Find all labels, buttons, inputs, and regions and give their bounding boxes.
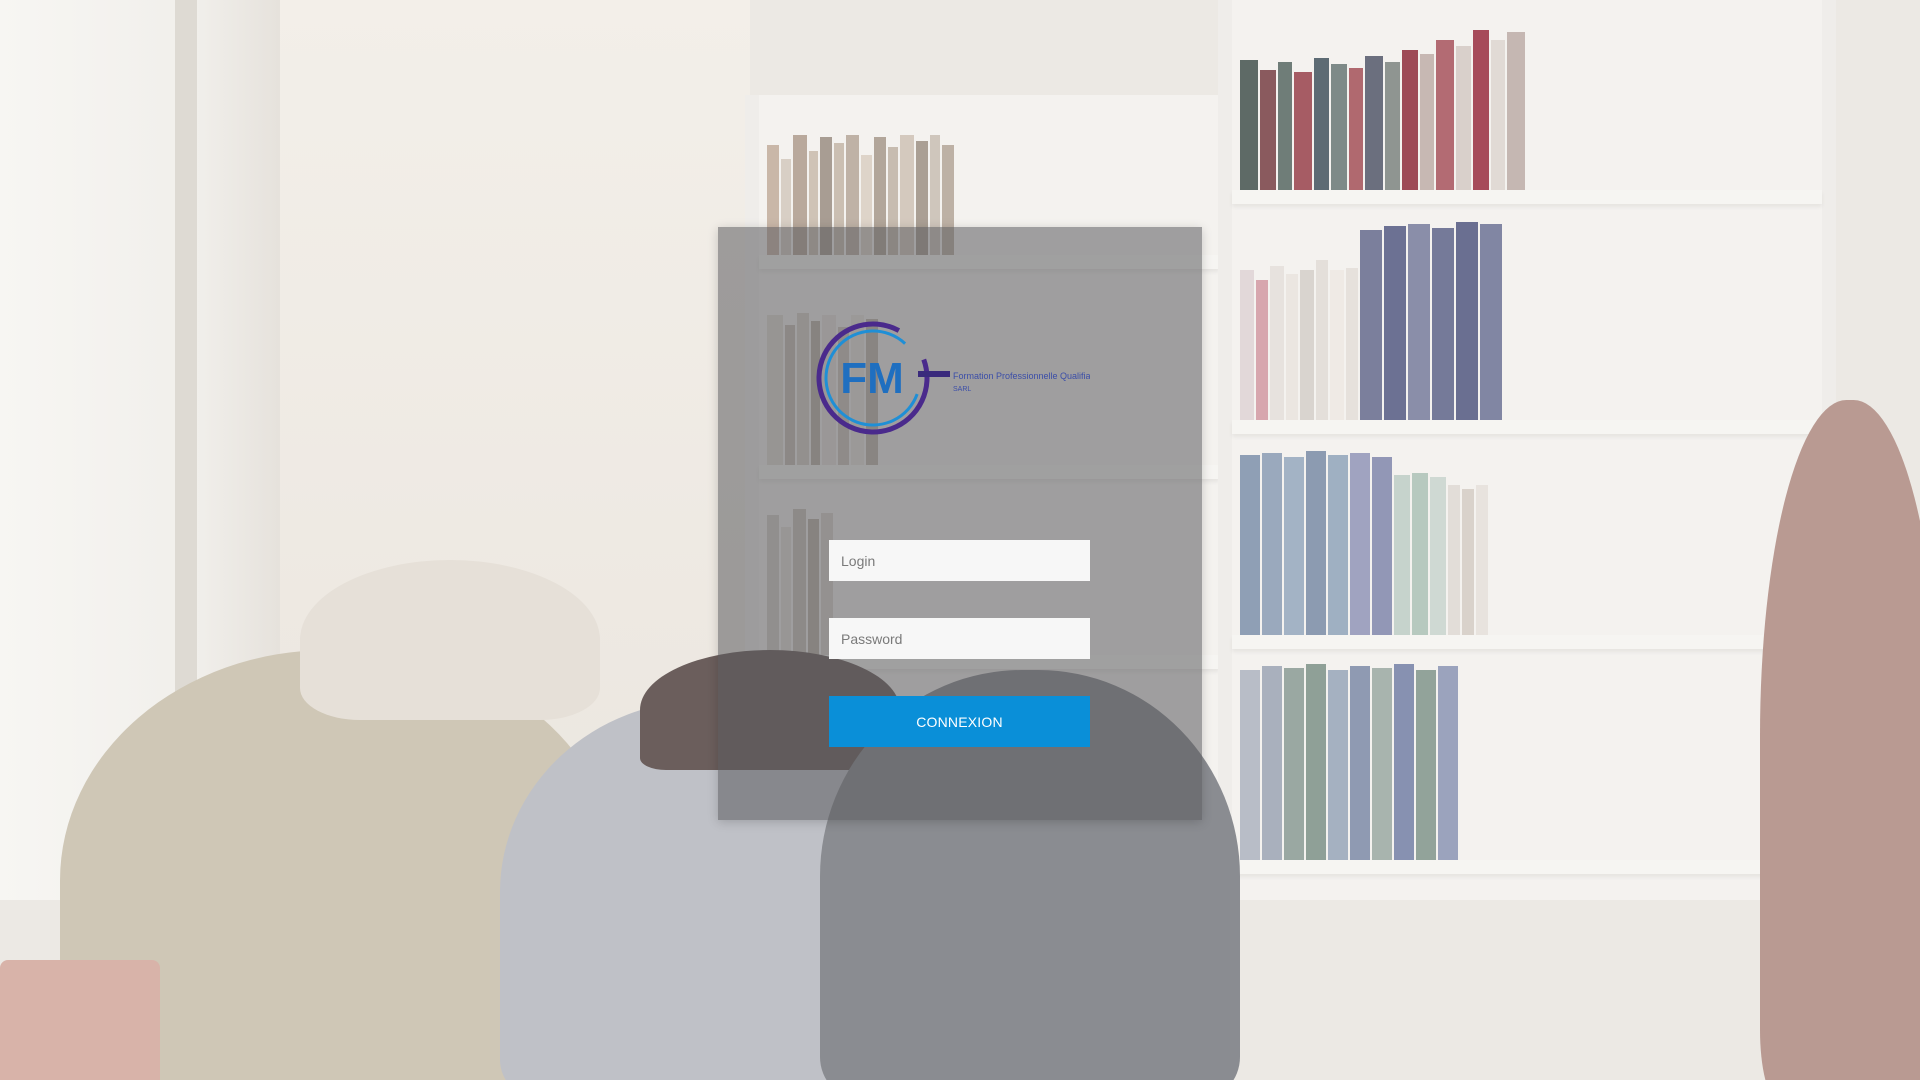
login-card: FM Formation Professionnelle Qualifiante… — [718, 227, 1202, 820]
connexion-button[interactable]: CONNEXION — [829, 696, 1090, 747]
password-input[interactable] — [829, 618, 1090, 659]
login-input[interactable] — [829, 540, 1090, 581]
logo-tagline: Formation Professionnelle Qualifiante — [953, 371, 1090, 381]
fm-logo-icon: FM Formation Professionnelle Qualifiante… — [816, 321, 1103, 435]
company-logo: FM Formation Professionnelle Qualifiante… — [810, 315, 1103, 441]
logo-letters: FM — [840, 354, 904, 403]
logo-sub: SARL — [953, 386, 971, 393]
